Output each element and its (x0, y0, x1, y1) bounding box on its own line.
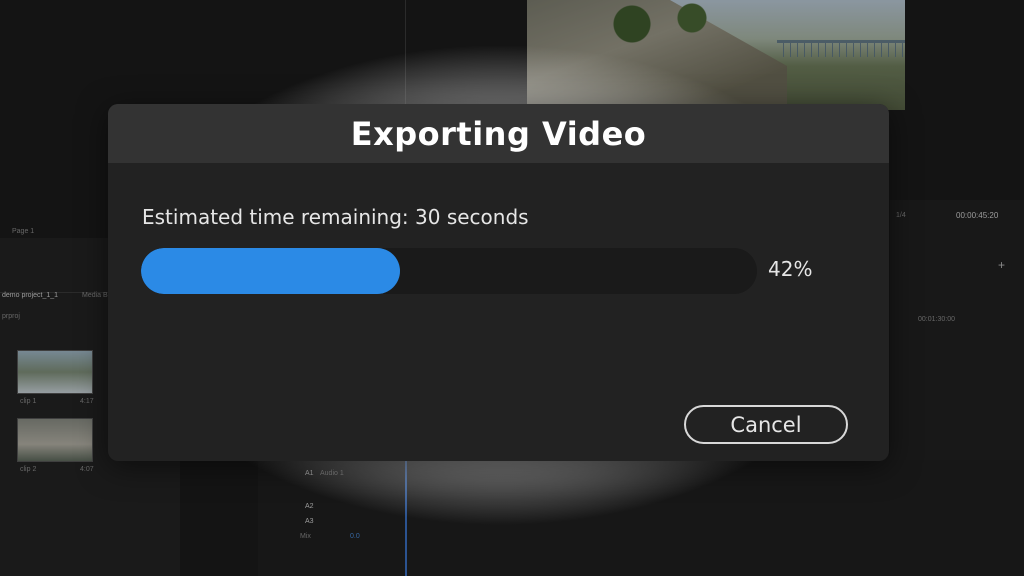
project-file-label: prproj (2, 313, 20, 320)
zoom-level[interactable]: 1/4 (896, 212, 906, 219)
audio-track-label: A3 (305, 518, 314, 525)
clip-thumbnail[interactable] (17, 418, 93, 462)
program-monitor-frame (527, 0, 905, 110)
mix-value: 0.0 (350, 533, 360, 540)
dialog-header: Exporting Video (108, 104, 889, 163)
progress-bar (141, 248, 757, 294)
timecode-display: 00:00:45:20 (956, 211, 999, 220)
clip-name: clip 2 (20, 466, 37, 473)
progress-percent: 42% (768, 257, 813, 281)
export-dialog: Exporting Video Estimated time remaining… (108, 104, 889, 461)
clip-name: clip 1 (20, 398, 37, 405)
program-panel (890, 200, 1024, 460)
audio-track-name: Audio 1 (320, 470, 344, 477)
dialog-title: Exporting Video (350, 114, 647, 153)
audio-track-label: A1 (305, 470, 314, 477)
clip-duration: 4:07 (80, 466, 94, 473)
clip-thumbnail[interactable] (17, 350, 93, 394)
time-remaining-text: Estimated time remaining: 30 seconds (142, 205, 529, 229)
progress-bar-fill (141, 248, 400, 294)
cancel-button[interactable]: Cancel (684, 405, 848, 444)
project-tab[interactable]: demo project_1_1 (2, 292, 58, 299)
add-button-icon[interactable]: + (998, 258, 1005, 272)
mix-label: Mix (300, 533, 311, 540)
timeline-panel (258, 455, 1024, 576)
audio-track-label: A2 (305, 503, 314, 510)
page-selector[interactable]: Page 1 (12, 228, 34, 235)
media-browser-tab[interactable]: Media B (82, 292, 108, 299)
clip-duration: 4:17 (80, 398, 94, 405)
ruler-time: 00:01:30:00 (918, 316, 955, 323)
